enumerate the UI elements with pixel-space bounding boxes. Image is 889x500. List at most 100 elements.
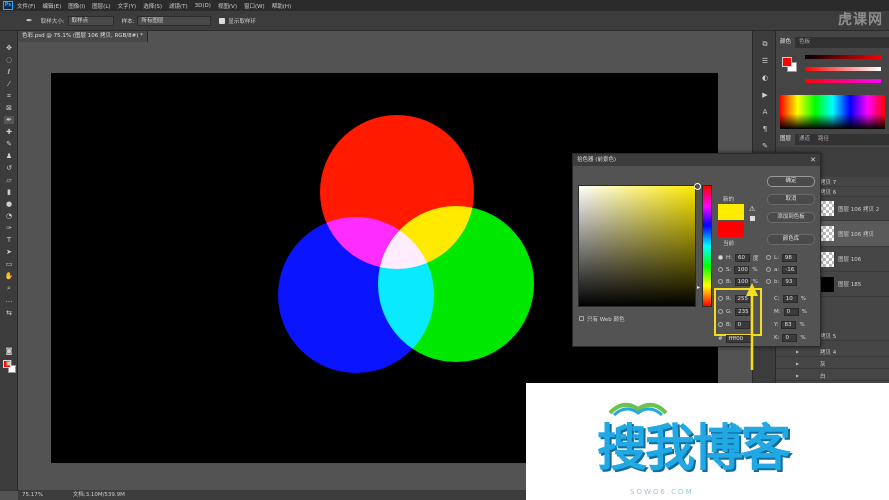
magenta-input[interactable]: 0 <box>783 307 799 316</box>
eyedropper-icon[interactable]: ✒ <box>26 16 33 25</box>
menu-view[interactable]: 视图(V) <box>218 2 237 10</box>
menu-select[interactable]: 选择(S) <box>143 2 162 10</box>
color-spectrum[interactable] <box>780 95 885 129</box>
paragraph-panel-icon[interactable]: ¶ <box>760 124 770 134</box>
web-safe-icon[interactable] <box>750 216 755 221</box>
gradient-tool-icon[interactable]: ▮ <box>4 188 14 196</box>
marquee-tool-icon[interactable]: ◌ <box>4 56 14 64</box>
layer-row[interactable]: ▸ 灰 <box>776 359 889 369</box>
lab-b-radio[interactable] <box>766 279 771 284</box>
menu-edit[interactable]: 编辑(E) <box>42 2 61 10</box>
history-panel-icon[interactable]: ⧉ <box>760 39 770 49</box>
panel-foreground-swatch[interactable] <box>782 57 792 67</box>
web-only-checkbox[interactable] <box>579 316 584 321</box>
character-panel-icon[interactable]: A <box>760 107 770 117</box>
layer-row[interactable]: ▸ 拷贝 4 <box>776 347 889 357</box>
photoshop-logo-icon: Ps <box>3 1 13 10</box>
screen-mode-icon[interactable]: ▣ <box>4 359 14 367</box>
black-input[interactable]: 0 <box>782 333 798 342</box>
lasso-tool-icon[interactable]: ℓ <box>4 68 14 76</box>
menu-file[interactable]: 文件(F) <box>17 2 35 10</box>
lab-a-radio[interactable] <box>766 267 771 272</box>
tab-layers[interactable]: 图层 <box>776 134 796 145</box>
lab-l-input[interactable]: 98 <box>781 253 797 262</box>
lab-l-label: L: <box>774 254 779 261</box>
new-color-swatch <box>718 204 744 220</box>
swap-colors-icon[interactable]: ⇆ <box>4 309 14 317</box>
sample-select[interactable]: 所有图层 <box>137 15 212 26</box>
tab-channels[interactable]: 通道 <box>795 134 814 145</box>
properties-panel-icon[interactable]: ☰ <box>760 56 770 66</box>
shape-tool-icon[interactable]: ▭ <box>4 260 14 268</box>
green-slider[interactable] <box>805 67 881 71</box>
hue-pointer-icon[interactable]: ▸ <box>697 284 700 291</box>
layer-thumbnail <box>820 252 834 267</box>
blue-slider[interactable] <box>805 79 881 83</box>
cancel-button[interactable]: 取消 <box>767 194 815 205</box>
yellow-input[interactable]: 83 <box>781 320 797 329</box>
healing-tool-icon[interactable]: ✚ <box>4 128 14 136</box>
black-field-row: K: 0 % <box>774 333 806 342</box>
lab-a-input[interactable]: -16 <box>782 265 798 274</box>
saturation-input[interactable]: 100 <box>734 265 750 274</box>
stamp-tool-icon[interactable]: ♟ <box>4 152 14 160</box>
sample-label: 样本: <box>121 18 135 25</box>
document-tab[interactable]: 色彩.psd @ 75.1% (图层 106 拷贝, RGB/8#) * <box>18 31 148 42</box>
eyedropper-tool-icon[interactable]: ✒ <box>4 116 14 124</box>
tab-swatches[interactable]: 色板 <box>795 37 814 48</box>
hue-slider[interactable] <box>702 185 712 307</box>
menu-type[interactable]: 文字(Y) <box>118 2 137 10</box>
brush-panel-icon[interactable]: ✎ <box>760 141 770 151</box>
lab-b-input[interactable]: 93 <box>782 277 798 286</box>
pen-tool-icon[interactable]: ✑ <box>4 224 14 232</box>
eraser-tool-icon[interactable]: ▱ <box>4 176 14 184</box>
history-brush-icon[interactable]: ↺ <box>4 164 14 172</box>
menu-help[interactable]: 帮助(H) <box>272 2 291 10</box>
path-select-tool-icon[interactable]: ➤ <box>4 248 14 256</box>
adjustments-panel-icon[interactable]: ◐ <box>760 73 770 83</box>
menu-image[interactable]: 图像(I) <box>68 2 85 10</box>
actions-panel-icon[interactable]: ▶ <box>760 90 770 100</box>
saturation-brightness-field[interactable] <box>578 183 701 307</box>
layer-row[interactable]: ▸ 白 <box>776 371 889 381</box>
menu-3d[interactable]: 3D(D) <box>195 3 211 9</box>
menu-layer[interactable]: 图层(L) <box>92 2 110 10</box>
close-icon[interactable]: ✕ <box>810 155 816 165</box>
menu-window[interactable]: 窗口(W) <box>244 2 265 10</box>
brush-tool-icon[interactable]: ✎ <box>4 140 14 148</box>
cyan-input[interactable]: 10 <box>782 294 798 303</box>
brightness-radio[interactable] <box>718 279 723 284</box>
current-color-label: 当前 <box>723 241 735 247</box>
current-color-swatch[interactable] <box>718 221 744 237</box>
sample-size-select[interactable]: 取样点 <box>67 15 114 26</box>
ok-button[interactable]: 确定 <box>767 176 815 187</box>
hue-input[interactable]: 60 <box>735 253 750 262</box>
more-tools-icon[interactable]: … <box>4 296 14 304</box>
red-slider[interactable] <box>805 55 881 59</box>
show-ring-checkbox[interactable] <box>219 17 226 24</box>
frame-tool-icon[interactable]: ⊠ <box>4 104 14 112</box>
blur-tool-icon[interactable]: ● <box>4 200 14 208</box>
add-to-swatches-button[interactable]: 添加到色板 <box>767 212 815 223</box>
zoom-tool-icon[interactable]: ⌕ <box>4 284 14 292</box>
dodge-tool-icon[interactable]: ◔ <box>4 212 14 220</box>
doc-size: 文档:3.10M/539.9M <box>72 492 125 498</box>
hand-tool-icon[interactable]: ✋ <box>4 272 14 280</box>
saturation-radio[interactable] <box>718 267 723 272</box>
layer-name: 图层 185 <box>838 282 862 288</box>
quick-mask-icon[interactable]: ◙ <box>4 347 14 355</box>
lab-l-radio[interactable] <box>766 255 771 260</box>
color-libraries-button[interactable]: 颜色库 <box>767 234 815 245</box>
magic-wand-tool-icon[interactable]: ⁄ <box>4 80 14 88</box>
hue-radio[interactable] <box>718 255 723 260</box>
saturation-label: S: <box>726 266 732 273</box>
zoom-level[interactable]: 75.17% <box>22 492 43 498</box>
color-cursor[interactable] <box>694 183 701 190</box>
tab-color[interactable]: 颜色 <box>776 37 796 48</box>
menu-filter[interactable]: 滤镜(T) <box>169 2 188 10</box>
move-tool-icon[interactable]: ✥ <box>4 44 14 52</box>
tab-paths[interactable]: 路径 <box>814 134 833 145</box>
type-tool-icon[interactable]: T <box>4 236 14 244</box>
gamut-warning-icon[interactable]: ⚠ <box>749 205 755 213</box>
crop-tool-icon[interactable]: ⌗ <box>4 92 14 100</box>
